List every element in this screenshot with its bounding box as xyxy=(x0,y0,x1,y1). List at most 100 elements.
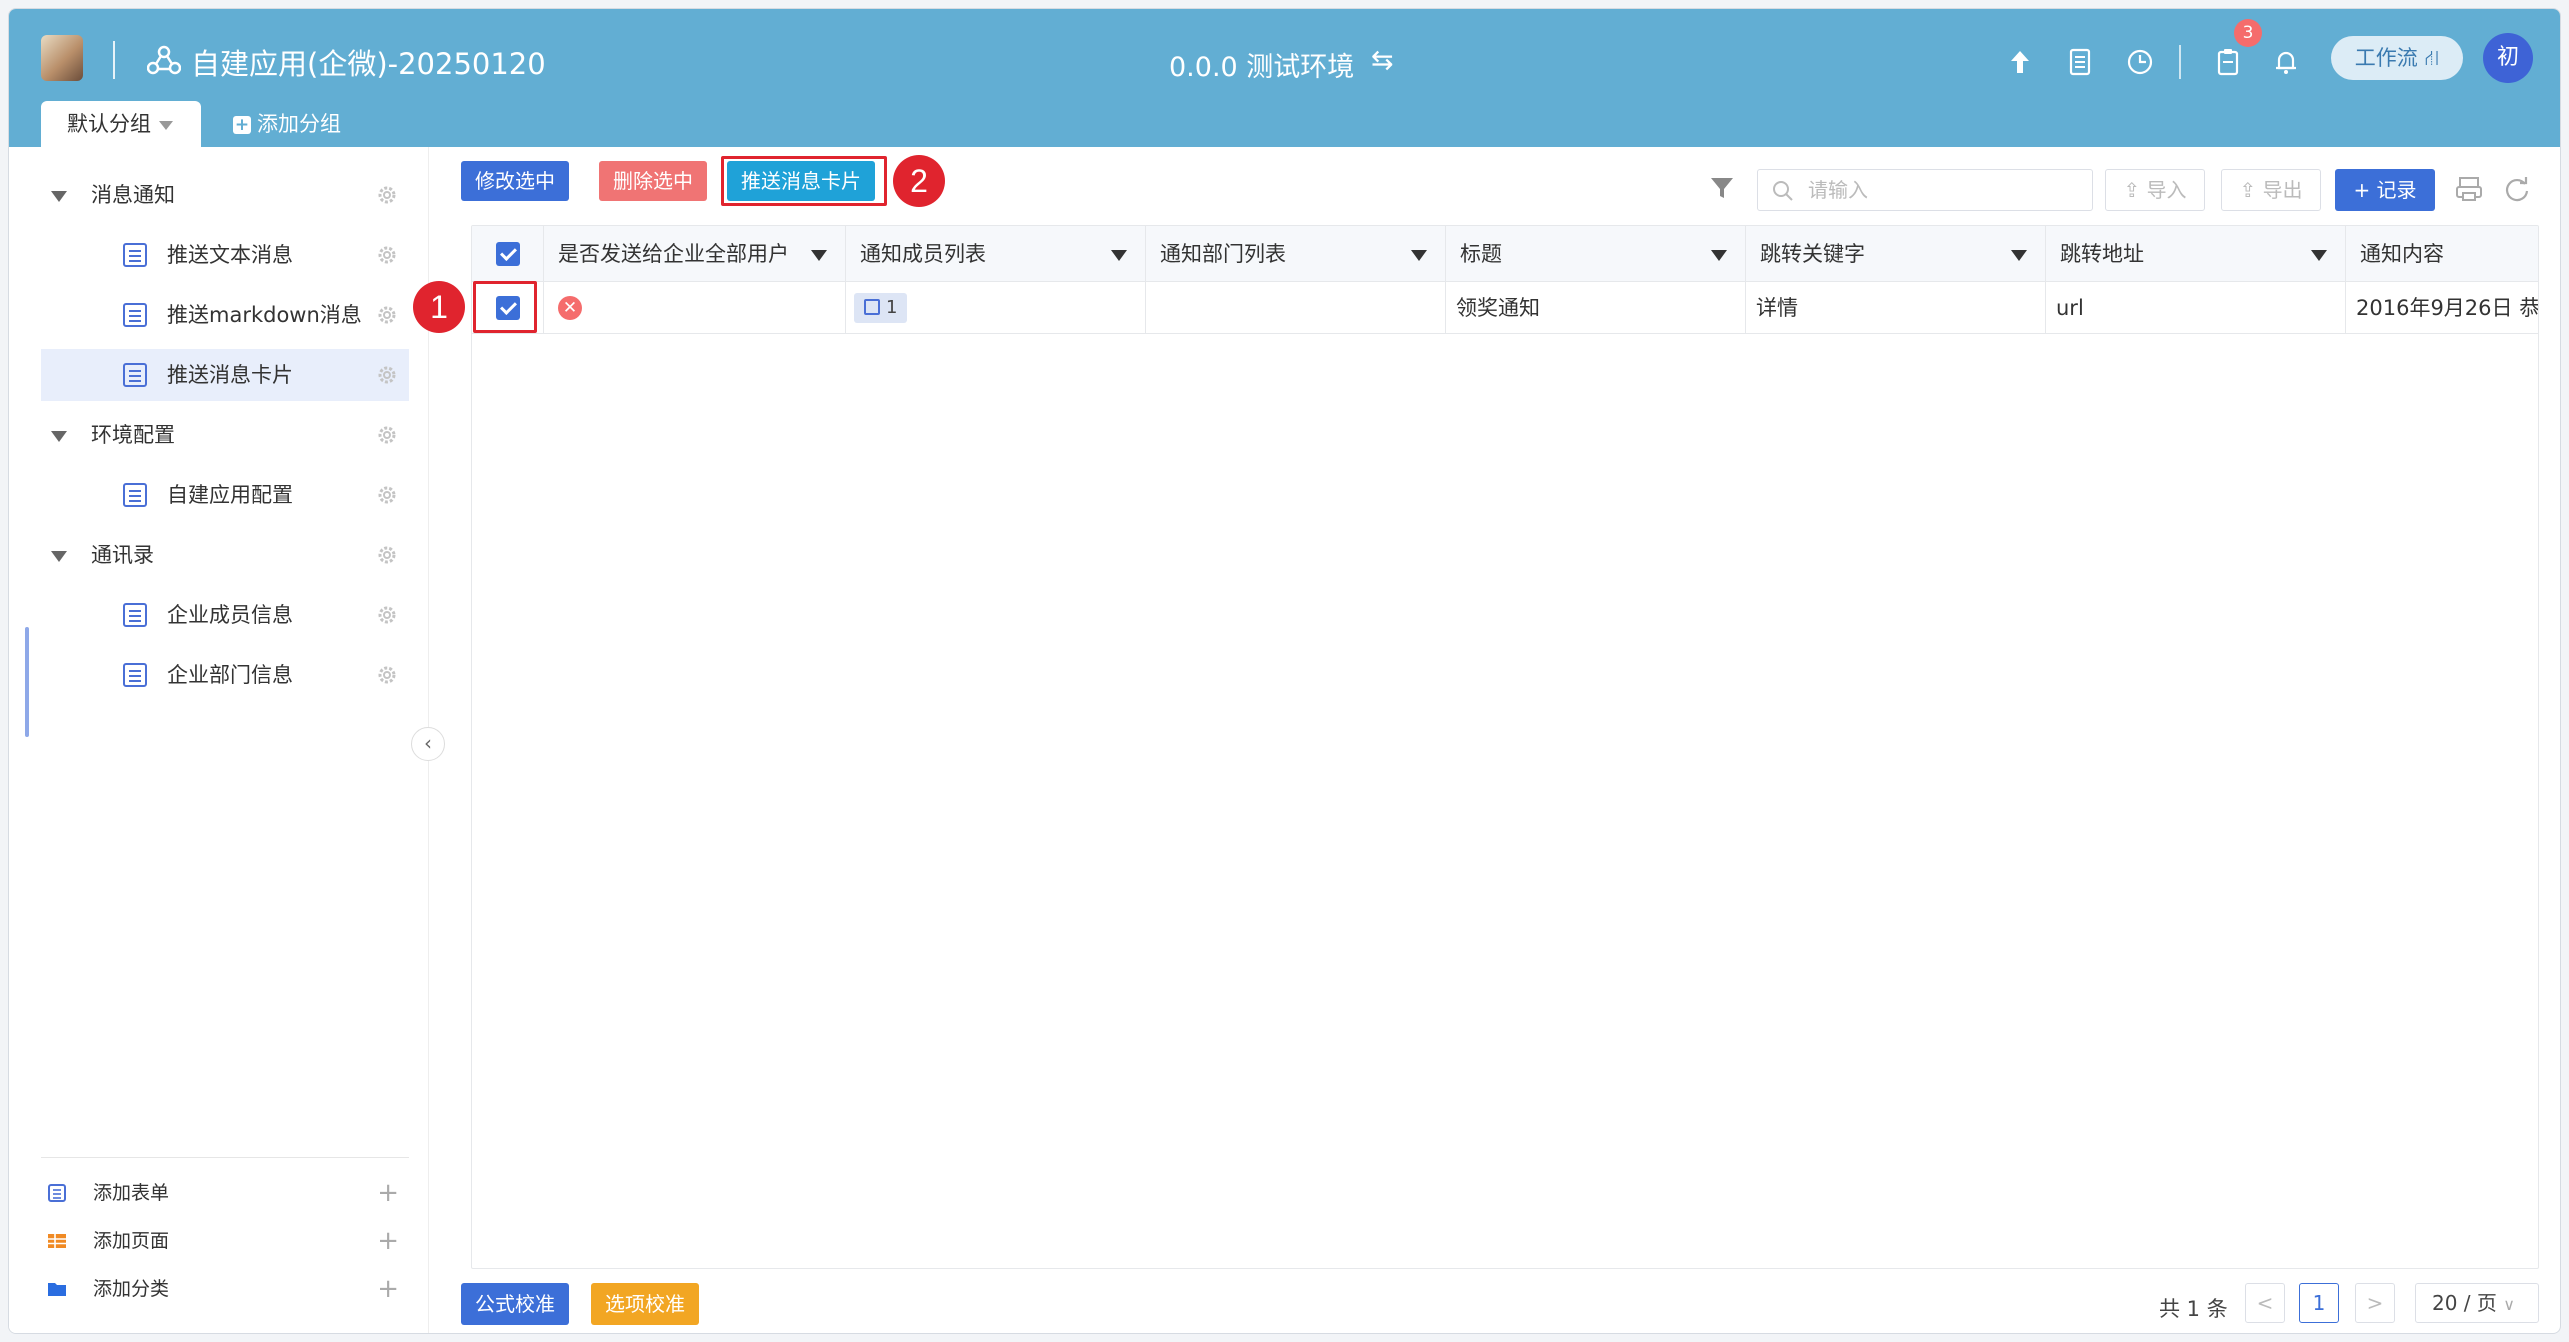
caret-down-icon[interactable] xyxy=(1711,250,1727,261)
download-icon: ⇪ xyxy=(2239,178,2263,202)
gear-icon[interactable] xyxy=(375,603,399,627)
cell-content[interactable]: 2016年9月26日 恭喜 xyxy=(2346,282,2538,334)
caret-down-icon[interactable] xyxy=(2011,250,2027,261)
gear-icon[interactable] xyxy=(375,243,399,267)
gear-icon[interactable] xyxy=(375,663,399,687)
sidebar-item-push-text[interactable]: 推送文本消息 xyxy=(41,229,409,281)
caret-down-icon[interactable] xyxy=(2311,250,2327,261)
total-count: 共 1 条 xyxy=(2159,1297,2228,1321)
caret-down-icon[interactable] xyxy=(51,551,67,562)
add-category-button[interactable]: 添加分类 + xyxy=(47,1269,407,1309)
add-form-label: 添加表单 xyxy=(93,1182,170,1204)
add-page-label: 添加页面 xyxy=(93,1230,170,1252)
user-avatar[interactable]: 初 xyxy=(2483,33,2533,83)
export-label: 导出 xyxy=(2262,178,2303,202)
table-row[interactable]: ✕ 1 领奖通知 详情 url 2016年9月26日 恭喜 xyxy=(472,282,2538,334)
delete-selected-button[interactable]: 删除选中 xyxy=(599,161,707,201)
page-icon xyxy=(48,1234,66,1248)
add-form-button[interactable]: 添加表单 + xyxy=(47,1173,407,1213)
column-header[interactable]: 通知部门列表 xyxy=(1146,226,1446,282)
add-group-button[interactable]: + 添加分组 xyxy=(233,101,341,147)
chevron-down-icon: ∨ xyxy=(2503,1295,2515,1314)
column-header[interactable]: 通知成员列表 xyxy=(846,226,1146,282)
member-count-tag[interactable]: 1 xyxy=(854,293,908,323)
step1-marker: 1 xyxy=(413,281,465,333)
caret-down-icon[interactable] xyxy=(811,250,827,261)
cell-title[interactable]: 领奖通知 xyxy=(1446,282,1746,334)
page-1-button[interactable]: 1 xyxy=(2299,1283,2339,1323)
member-count: 1 xyxy=(886,297,898,318)
next-page-button[interactable]: > xyxy=(2355,1283,2395,1323)
cell-departments[interactable] xyxy=(1146,282,1446,334)
gear-icon[interactable] xyxy=(375,183,399,207)
form-icon xyxy=(123,663,147,687)
refresh-icon[interactable] xyxy=(2503,175,2531,203)
column-header[interactable]: 是否发送给企业全部用户 xyxy=(544,226,846,282)
app-icon xyxy=(147,45,181,75)
export-button[interactable]: ⇪ 导出 xyxy=(2221,169,2321,211)
search-placeholder: 请输入 xyxy=(1808,178,1868,202)
sidebar-item-push-card[interactable]: 推送消息卡片 xyxy=(41,349,409,401)
column-header[interactable]: 通知内容 xyxy=(2346,226,2538,282)
app-logo[interactable] xyxy=(41,35,83,81)
gear-icon[interactable] xyxy=(375,543,399,567)
formula-calibrate-button[interactable]: 公式校准 xyxy=(461,1283,569,1325)
page-size-value: 20 / 页 xyxy=(2432,1291,2497,1315)
sidebar-group-env-config[interactable]: 环境配置 xyxy=(41,409,409,461)
form-icon xyxy=(48,1184,66,1202)
edit-selected-button[interactable]: 修改选中 xyxy=(461,161,569,201)
cell-url[interactable]: url xyxy=(2046,282,2346,334)
option-calibrate-button[interactable]: 选项校准 xyxy=(591,1283,699,1325)
prev-page-button[interactable]: < xyxy=(2245,1283,2285,1323)
cell-send-all[interactable]: ✕ xyxy=(544,282,846,334)
sidebar-item-app-config[interactable]: 自建应用配置 xyxy=(41,469,409,521)
chevron-left-icon: ‹ xyxy=(424,731,432,755)
page-size-select[interactable]: 20 / 页 ∨ xyxy=(2415,1283,2539,1323)
app-title[interactable]: 自建应用(企微)-20250120 xyxy=(191,41,546,83)
gear-icon[interactable] xyxy=(375,483,399,507)
column-header[interactable]: 标题 xyxy=(1446,226,1746,282)
add-group-label: 添加分组 xyxy=(257,112,341,136)
add-page-button[interactable]: 添加页面 + xyxy=(47,1221,407,1261)
column-header[interactable]: 跳转地址 xyxy=(2046,226,2346,282)
sidebar-item-members[interactable]: 企业成员信息 xyxy=(41,589,409,641)
plus-icon[interactable]: + xyxy=(377,1269,399,1309)
switch-environment-icon[interactable]: ⇆ xyxy=(1371,45,1394,76)
select-all-checkbox[interactable] xyxy=(496,242,520,266)
gear-icon[interactable] xyxy=(375,303,399,327)
workflow-button[interactable]: 工作流 ⛙ xyxy=(2331,36,2463,80)
search-input[interactable]: 请输入 xyxy=(1757,169,2093,211)
publish-icon[interactable] xyxy=(2005,47,2035,77)
sidebar-group-contacts[interactable]: 通讯录 xyxy=(41,529,409,581)
gear-icon[interactable] xyxy=(375,423,399,447)
form-icon xyxy=(123,363,147,387)
plus-icon[interactable]: + xyxy=(377,1173,399,1213)
caret-down-icon[interactable] xyxy=(1411,250,1427,261)
column-header[interactable]: 跳转关键字 xyxy=(1746,226,2046,282)
caret-down-icon[interactable] xyxy=(1111,250,1127,261)
print-icon[interactable] xyxy=(2455,175,2483,203)
caret-down-icon[interactable] xyxy=(51,431,67,442)
sidebar-item-departments[interactable]: 企业部门信息 xyxy=(41,649,409,701)
history-icon[interactable] xyxy=(2125,47,2155,77)
caret-down-icon[interactable] xyxy=(51,191,67,202)
plus-icon[interactable]: + xyxy=(377,1221,399,1261)
sidebar-item-label: 推送markdown消息 xyxy=(167,303,362,327)
tab-default-group[interactable]: 默认分组 xyxy=(41,101,201,147)
clipboard-icon[interactable] xyxy=(2213,47,2243,77)
add-record-button[interactable]: + 记录 xyxy=(2335,169,2435,211)
filter-icon[interactable] xyxy=(1709,175,1735,201)
gear-icon[interactable] xyxy=(375,363,399,387)
cell-members[interactable]: 1 xyxy=(846,282,1146,334)
bell-icon[interactable] xyxy=(2271,47,2301,77)
sidebar-scrollbar[interactable] xyxy=(25,627,29,737)
sidebar-group-label: 通讯录 xyxy=(91,543,154,567)
document-icon[interactable] xyxy=(2065,47,2095,77)
import-button[interactable]: ⇪ 导入 xyxy=(2105,169,2205,211)
environment-label[interactable]: 0.0.0 测试环境 xyxy=(1169,45,1354,84)
sidebar-item-push-markdown[interactable]: 推送markdown消息 xyxy=(41,289,409,341)
sidebar-group-message-notify[interactable]: 消息通知 xyxy=(41,169,409,221)
cell-keyword[interactable]: 详情 xyxy=(1746,282,2046,334)
collapse-sidebar-button[interactable]: ‹ xyxy=(411,727,445,761)
search-icon xyxy=(1773,181,1793,201)
